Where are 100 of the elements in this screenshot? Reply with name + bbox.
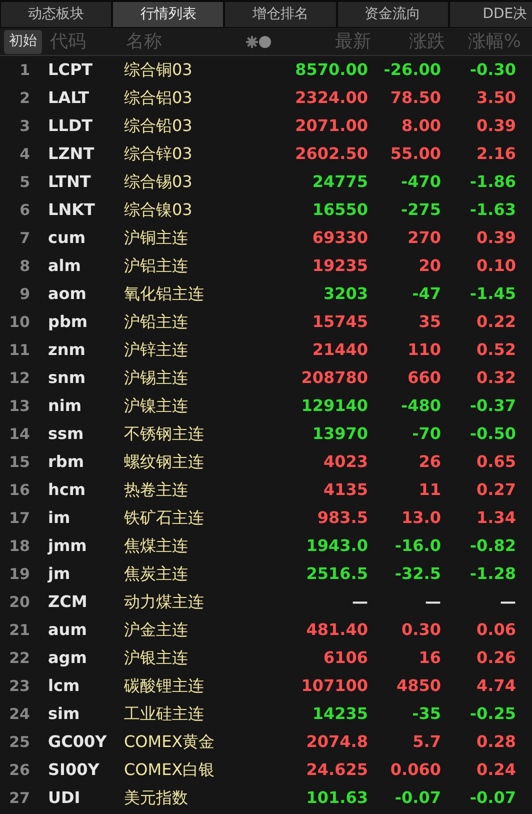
contract-code: snm — [48, 367, 87, 389]
row-number: 2 — [18, 88, 30, 109]
latest-price: 8570.00 — [294, 59, 368, 81]
tab[interactable]: 资金流向 — [338, 2, 448, 27]
row-number: 23 — [8, 676, 30, 697]
contract-name: 不锈钢主连 — [124, 423, 205, 445]
latest-price: 2071.00 — [294, 115, 368, 137]
contract-name: COMEX黄金 — [124, 731, 216, 753]
price-change: 20 — [418, 255, 441, 277]
tab[interactable]: 增仓排名 — [225, 2, 336, 27]
row-number: 1 — [18, 60, 30, 81]
price-change: -275 — [400, 199, 441, 221]
price-change: 35 — [418, 311, 441, 333]
price-change: 11 — [418, 479, 441, 501]
contract-code: aom — [48, 283, 88, 305]
column-header: 涨幅% — [466, 30, 521, 54]
contract-code: LNKT — [48, 199, 96, 221]
contract-name: 工业硅主连 — [124, 703, 205, 725]
price-change: -70 — [411, 423, 441, 445]
contract-code: LTNT — [48, 171, 92, 193]
row-number: 24 — [8, 704, 30, 725]
circle-icon — [259, 36, 271, 48]
price-change: -16.0 — [394, 535, 441, 557]
percent-change: -0.82 — [468, 535, 516, 557]
column-header: 涨跌 — [408, 30, 445, 54]
price-change: -47 — [411, 283, 441, 305]
tab[interactable]: 动态板块 — [1, 2, 112, 27]
contract-code: agm — [48, 647, 88, 669]
percent-change: 0.32 — [476, 367, 516, 389]
percent-change: 3.50 — [476, 87, 516, 109]
price-change: — — [424, 591, 441, 613]
row-number: 13 — [8, 396, 30, 417]
latest-price: 2074.8 — [305, 731, 368, 753]
reset-button[interactable]: 初始 — [4, 30, 42, 54]
percent-change: -0.07 — [468, 787, 516, 809]
row-number: 25 — [8, 732, 30, 753]
contract-name: 动力煤主连 — [124, 591, 205, 613]
contract-code: im — [48, 507, 72, 529]
contract-code: UDI — [48, 787, 82, 809]
contract-code: pbm — [48, 311, 89, 333]
contract-code: jmm — [48, 535, 88, 557]
tab[interactable]: 行情列表 — [113, 2, 224, 27]
price-change: -470 — [400, 171, 441, 193]
contract-name: 碳酸锂主连 — [124, 675, 205, 697]
contract-code: ssm — [48, 423, 85, 445]
contract-name: 综合锡03 — [124, 171, 194, 193]
contract-name: 焦煤主连 — [124, 535, 189, 557]
latest-price: 1943.0 — [305, 535, 368, 557]
percent-change: -1.86 — [468, 171, 516, 193]
contract-code: sim — [48, 703, 81, 725]
row-number: 8 — [18, 256, 30, 277]
row-number: 20 — [8, 592, 30, 613]
row-number: 10 — [8, 312, 30, 333]
percent-change: 0.52 — [476, 339, 516, 361]
price-change: 270 — [406, 227, 441, 249]
latest-price: 208780 — [300, 367, 368, 389]
latest-price: 21440 — [311, 339, 368, 361]
percent-change: -0.50 — [468, 423, 516, 445]
latest-price: 107100 — [300, 675, 368, 697]
latest-price: 4023 — [322, 451, 368, 473]
percent-change: -1.45 — [468, 283, 516, 305]
column-header: 最新 — [334, 30, 371, 54]
contract-name: 沪金主连 — [124, 619, 189, 641]
percent-change: -1.63 — [468, 199, 516, 221]
price-change: -32.5 — [394, 563, 441, 585]
row-number: 17 — [8, 508, 30, 529]
latest-price: — — [351, 591, 368, 613]
contract-code: LALT — [48, 87, 90, 109]
row-number: 21 — [8, 620, 30, 641]
contract-name: 沪银主连 — [124, 647, 189, 669]
row-number: 16 — [8, 480, 30, 501]
latest-price: 481.40 — [305, 619, 368, 641]
price-change: 5.7 — [412, 731, 441, 753]
latest-price: 69330 — [311, 227, 368, 249]
contract-code: ZCM — [48, 591, 88, 613]
contract-name: 氧化铝主连 — [124, 283, 205, 305]
percent-change: 0.39 — [476, 115, 516, 137]
percent-change: — — [499, 591, 516, 613]
latest-price: 16550 — [311, 199, 368, 221]
latest-price: 2602.50 — [294, 143, 368, 165]
price-change: -26.00 — [382, 59, 441, 81]
price-change: 13.0 — [400, 507, 441, 529]
row-number: 12 — [8, 368, 30, 389]
percent-change: 4.74 — [476, 675, 516, 697]
percent-change: -0.37 — [468, 395, 516, 417]
column-header: 名称 — [126, 30, 163, 54]
price-change: 78.50 — [389, 87, 441, 109]
tab[interactable]: DDE决 — [450, 2, 532, 27]
latest-price: 24775 — [311, 171, 368, 193]
price-change: 16 — [418, 647, 441, 669]
percent-change: 0.28 — [476, 731, 516, 753]
row-number: 22 — [8, 648, 30, 669]
row-number: 9 — [18, 284, 30, 305]
contract-name: COMEX白银 — [124, 759, 216, 781]
contract-name: 综合铝03 — [124, 87, 194, 109]
contract-name: 焦炭主连 — [124, 563, 189, 585]
row-number: 5 — [18, 172, 30, 193]
row-number: 11 — [8, 340, 30, 361]
row-number: 18 — [8, 536, 30, 557]
contract-name: 综合锌03 — [124, 143, 194, 165]
